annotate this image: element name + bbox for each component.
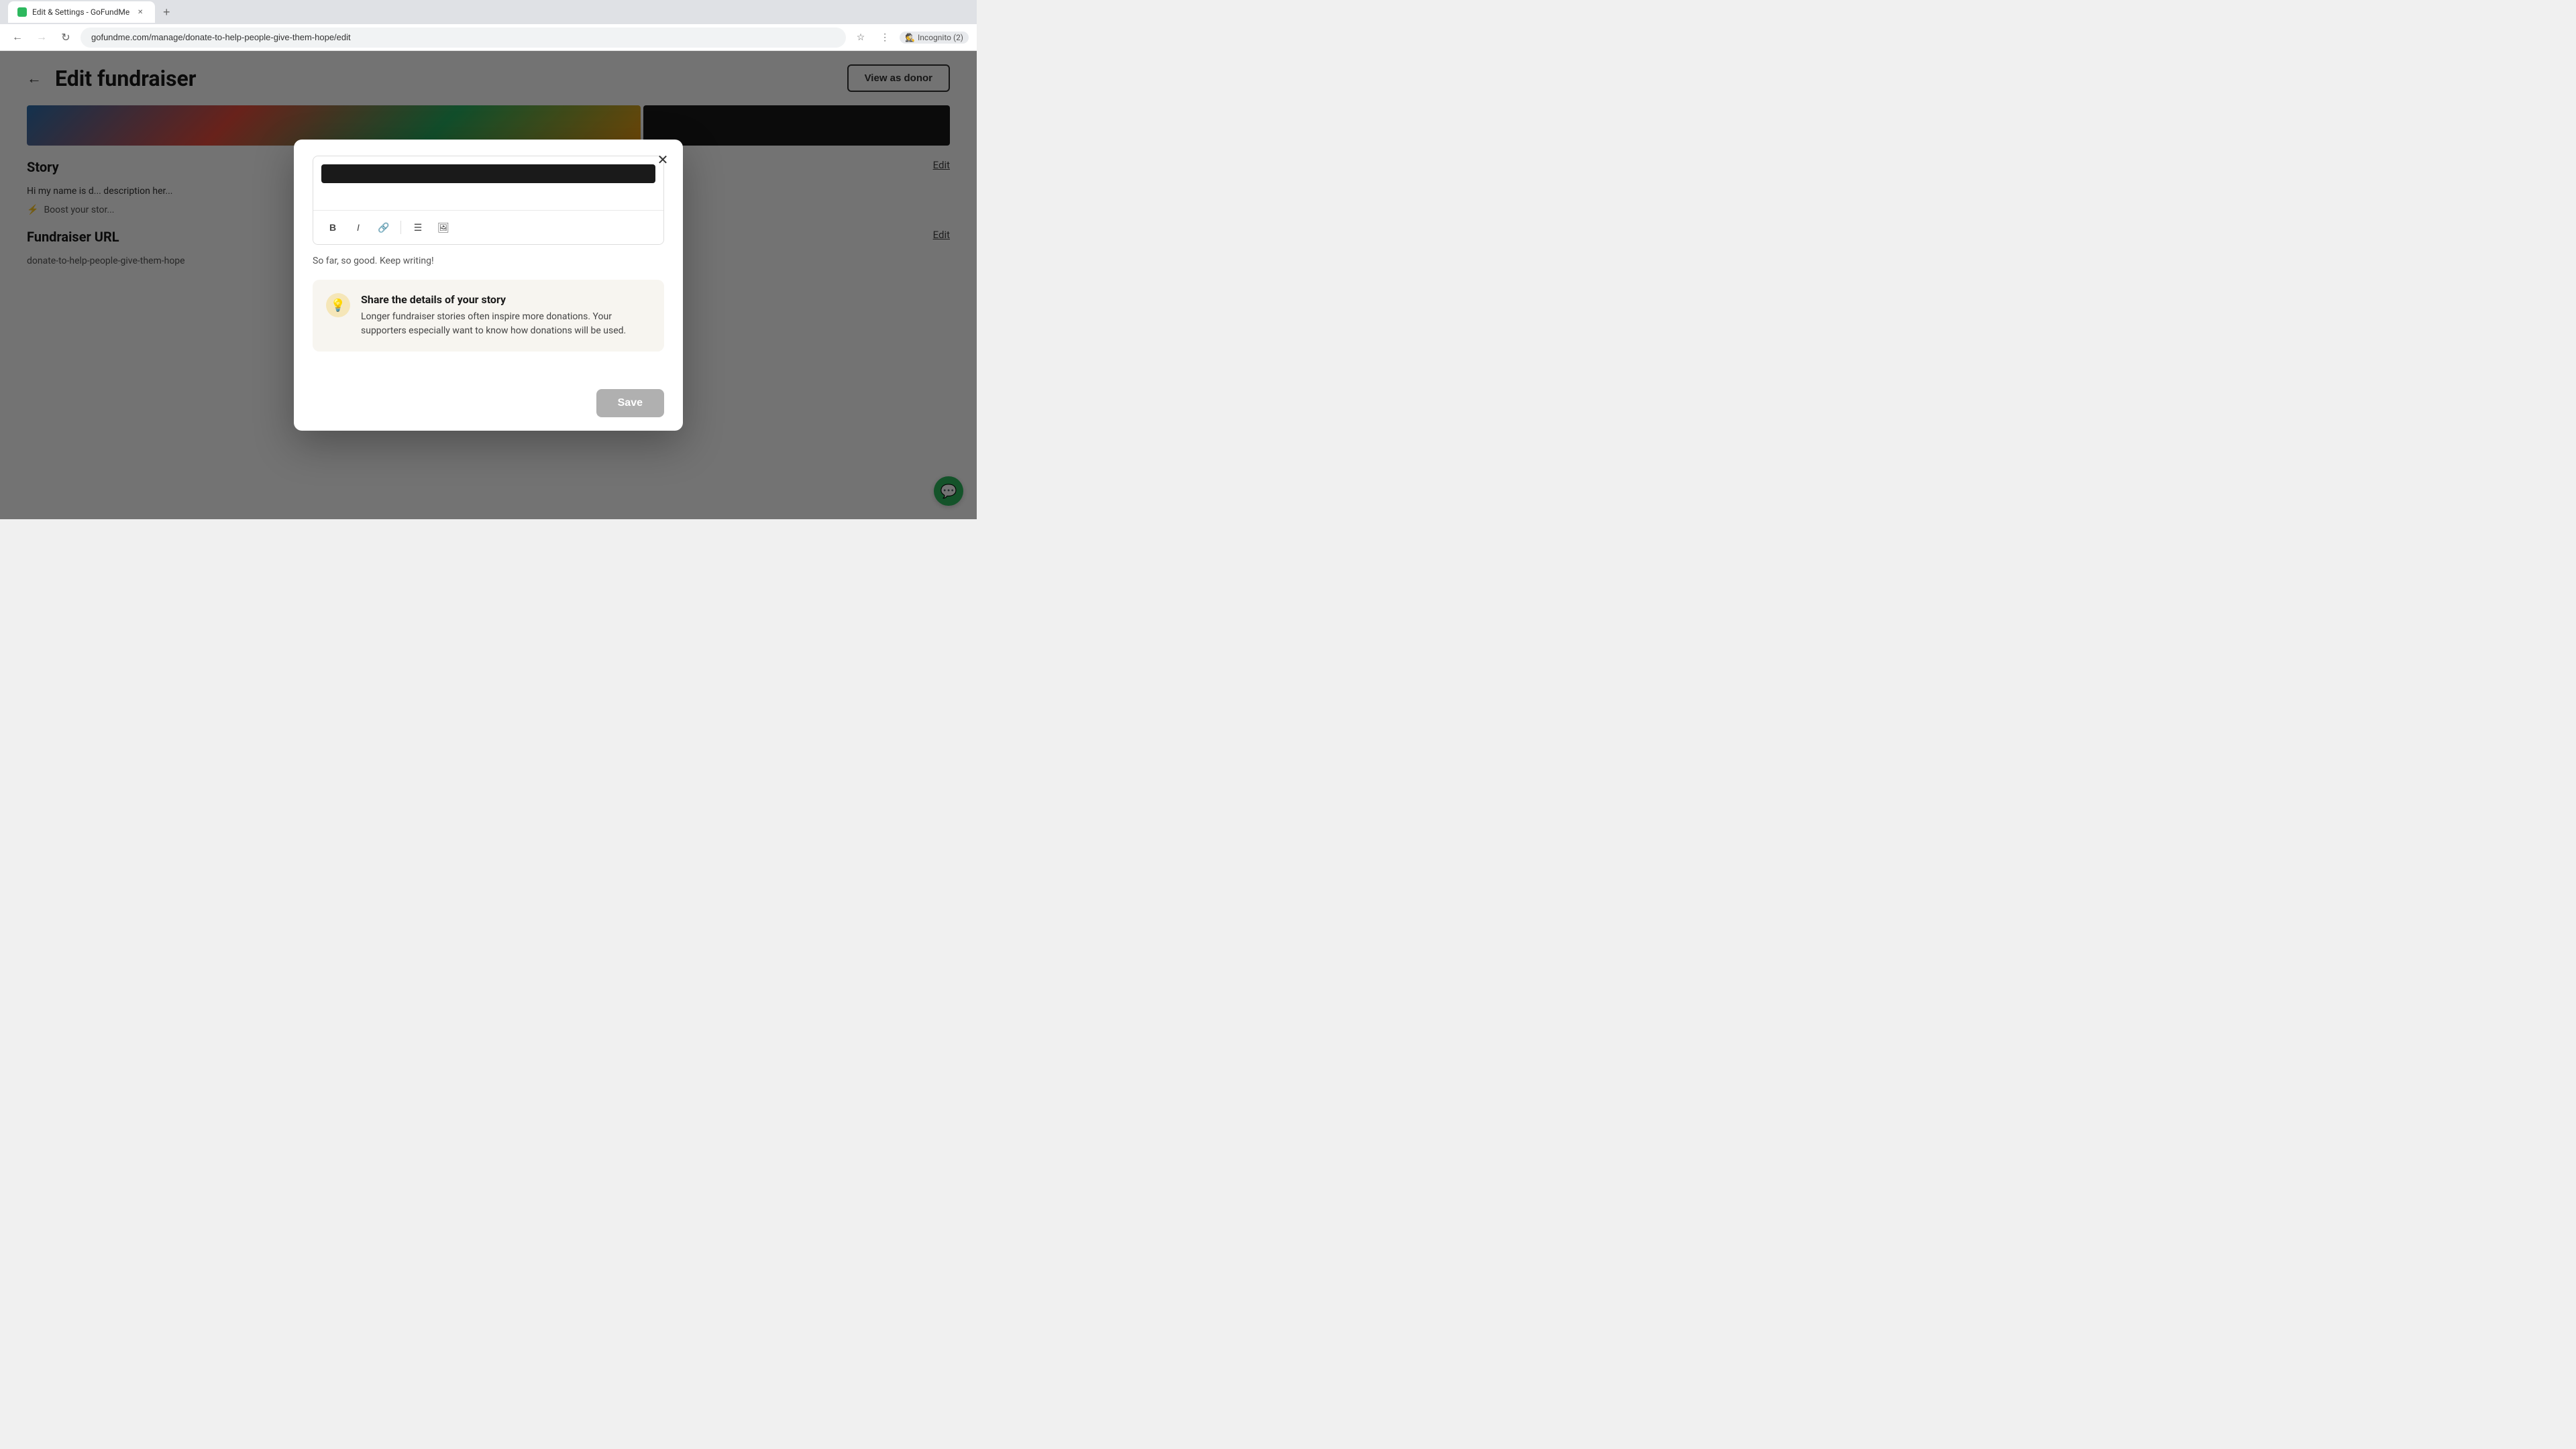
tip-content: Share the details of your story Longer f… — [361, 293, 651, 338]
editor-text-highlight — [321, 164, 655, 183]
active-tab[interactable]: Edit & Settings - GoFundMe ✕ — [8, 1, 155, 23]
image-icon: 🖼 — [437, 222, 449, 233]
list-button[interactable]: ☰ — [407, 216, 429, 239]
modal-overlay[interactable]: ✕ B I 🔗 — [0, 51, 977, 519]
tab-favicon — [17, 7, 27, 17]
address-bar: ← → ↻ ☆ ⋮ 🕵 Incognito (2) — [0, 24, 977, 51]
tip-icon: 💡 — [326, 293, 350, 317]
new-tab-button[interactable]: + — [158, 3, 175, 21]
tab-close-btn[interactable]: ✕ — [135, 7, 146, 17]
toolbar-sep — [400, 221, 401, 234]
modal-close-button[interactable]: ✕ — [652, 149, 674, 170]
page-content: ← Edit fundraiser View as donor Story Ed… — [0, 51, 977, 519]
list-icon: ☰ — [414, 222, 423, 233]
tab-bar: Edit & Settings - GoFundMe ✕ + — [0, 0, 977, 24]
modal-body: B I 🔗 ☰ 🖼 — [294, 140, 683, 381]
forward-nav-btn[interactable]: → — [32, 28, 51, 47]
incognito-label: Incognito (2) — [918, 33, 963, 42]
italic-button[interactable]: I — [347, 216, 370, 239]
feedback-text: So far, so good. Keep writing! — [313, 256, 664, 266]
editor-content[interactable] — [313, 156, 663, 210]
incognito-icon: 🕵 — [905, 33, 915, 42]
tab-label: Edit & Settings - GoFundMe — [32, 7, 129, 17]
save-button[interactable]: Save — [596, 389, 664, 417]
browser-menu-btn[interactable]: ⋮ — [875, 28, 894, 47]
link-icon: 🔗 — [378, 222, 389, 233]
image-button[interactable]: 🖼 — [432, 216, 455, 239]
back-nav-btn[interactable]: ← — [8, 28, 27, 47]
bookmark-btn[interactable]: ☆ — [851, 28, 870, 47]
browser-chrome: Edit & Settings - GoFundMe ✕ + ← → ↻ ☆ ⋮… — [0, 0, 977, 51]
incognito-badge: 🕵 Incognito (2) — [900, 32, 969, 44]
tip-box: 💡 Share the details of your story Longer… — [313, 280, 664, 352]
edit-story-modal: ✕ B I 🔗 — [294, 140, 683, 431]
editor-toolbar: B I 🔗 ☰ 🖼 — [313, 210, 663, 244]
reload-btn[interactable]: ↻ — [56, 28, 75, 47]
tip-title: Share the details of your story — [361, 293, 651, 306]
modal-footer: Save — [294, 381, 683, 431]
tip-body: Longer fundraiser stories often inspire … — [361, 310, 651, 338]
url-input[interactable] — [80, 28, 846, 48]
link-button[interactable]: 🔗 — [372, 216, 395, 239]
bold-button[interactable]: B — [321, 216, 344, 239]
story-editor: B I 🔗 ☰ 🖼 — [313, 156, 664, 245]
